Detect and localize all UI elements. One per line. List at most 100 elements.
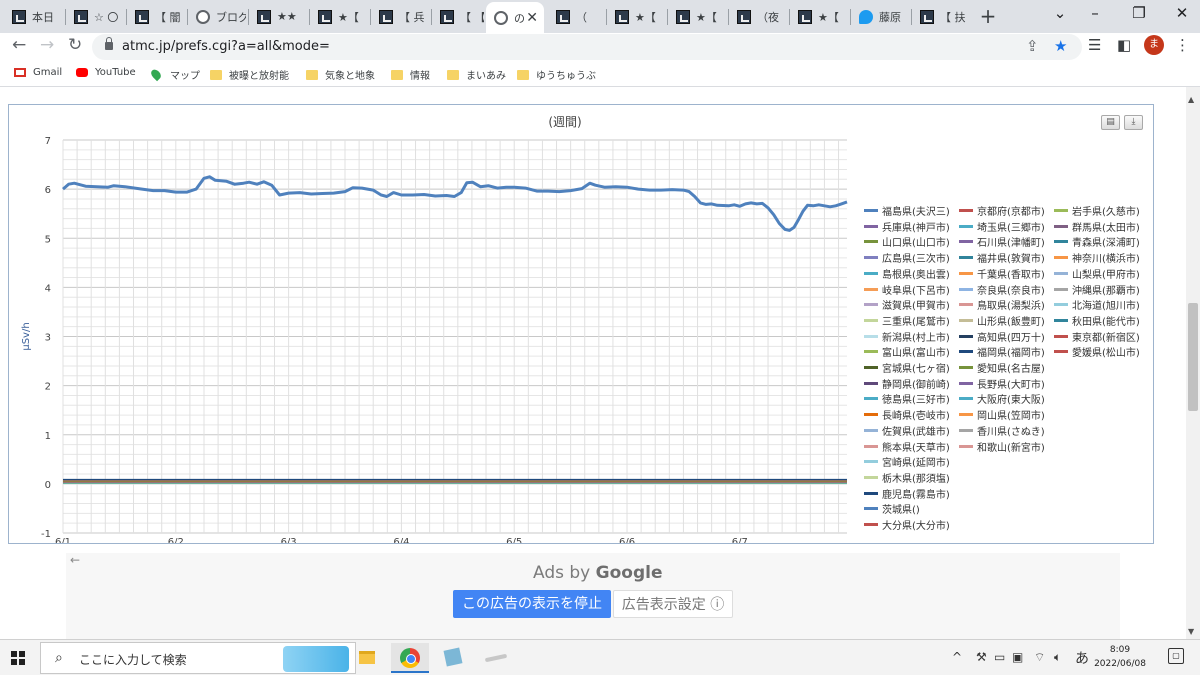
bookmark-folder-5[interactable]: ゆうちゅうぶ bbox=[517, 67, 596, 82]
legend-item[interactable]: 大阪府(東大阪) bbox=[959, 391, 1045, 406]
tray-volume-icon[interactable]: 🔈︎ bbox=[1054, 650, 1061, 665]
taskbar-clock[interactable]: 8:09 2022/06/08 bbox=[1090, 643, 1150, 671]
file-explorer-app[interactable] bbox=[348, 643, 386, 673]
legend-item[interactable]: 岡山県(笠岡市) bbox=[959, 407, 1045, 422]
legend-item[interactable]: 群馬県(太田市) bbox=[1054, 219, 1140, 234]
legend-item[interactable]: 福岡県(福岡市) bbox=[959, 344, 1045, 359]
tab-7[interactable]: 【 【 bbox=[432, 4, 484, 29]
legend-item[interactable]: 山口県(山口市) bbox=[864, 234, 950, 249]
tray-chevron-icon[interactable]: ^ bbox=[952, 650, 962, 664]
tab-11[interactable]: ★【 bbox=[668, 4, 726, 29]
stop-ad-button[interactable]: この広告の表示を停止 bbox=[453, 590, 611, 618]
legend-item[interactable]: 茨城県() bbox=[864, 501, 920, 516]
tab-4[interactable]: ★★ bbox=[249, 4, 307, 29]
tab-15[interactable]: 【 扶 bbox=[912, 4, 970, 29]
tab-search-chevron-icon[interactable]: ⌄ bbox=[1045, 4, 1075, 22]
legend-item[interactable]: 愛媛県(松山市) bbox=[1054, 344, 1140, 359]
legend-item[interactable]: 徳島県(三好市) bbox=[864, 391, 950, 406]
legend-item[interactable]: 石川県(津幡町) bbox=[959, 234, 1045, 249]
legend-item[interactable]: 北海道(旭川市) bbox=[1054, 297, 1140, 312]
legend-item[interactable]: 富山県(富山市) bbox=[864, 344, 950, 359]
lock-icon[interactable] bbox=[105, 37, 113, 50]
legend-item[interactable]: 宮崎県(延岡市) bbox=[864, 454, 950, 469]
share-icon[interactable]: ⇪ bbox=[1026, 37, 1039, 55]
legend-item[interactable]: 神奈川(横浜市) bbox=[1054, 250, 1140, 265]
tray-network-icon[interactable]: ▣ bbox=[1012, 650, 1023, 664]
restore-icon[interactable]: ❐ bbox=[1124, 4, 1154, 22]
legend-item[interactable]: 福井県(敦賀市) bbox=[959, 250, 1045, 265]
back-arrow-icon[interactable]: ← bbox=[12, 35, 26, 55]
bookmark-folder-4[interactable]: まいあみ bbox=[447, 67, 506, 82]
legend-item[interactable]: 兵庫県(神戸市) bbox=[864, 219, 950, 234]
tray-tool-icon[interactable]: ⚒ bbox=[976, 650, 987, 664]
legend-item[interactable]: 沖縄県(那覇市) bbox=[1054, 282, 1140, 297]
tab-5[interactable]: ★【 bbox=[310, 4, 368, 29]
address-bar[interactable]: atmc.jp/prefs.cgi?a=all&mode= ⇪ ★ bbox=[92, 34, 1082, 60]
legend-item[interactable]: 長崎県(壱岐市) bbox=[864, 407, 950, 422]
reading-list-icon[interactable]: ☰ bbox=[1088, 36, 1101, 54]
tab-12[interactable]: （夜 bbox=[729, 4, 787, 29]
legend-item[interactable]: 愛知県(名古屋) bbox=[959, 360, 1045, 375]
legend-item[interactable]: 山形県(飯豊町) bbox=[959, 313, 1045, 328]
ad-back-arrow-icon[interactable]: ← bbox=[70, 553, 80, 567]
tab-0[interactable]: 本日 bbox=[4, 4, 62, 29]
legend-item[interactable]: 高知県(四万十) bbox=[959, 329, 1045, 344]
tray-battery-icon[interactable]: ▭ bbox=[994, 650, 1005, 664]
windows-start-icon[interactable] bbox=[11, 651, 25, 665]
ad-settings-button[interactable]: 広告表示設定 ⓘ bbox=[613, 590, 733, 618]
taskbar-search-box[interactable]: ⌕ ここに入力して検索 bbox=[40, 642, 356, 674]
notes-app[interactable] bbox=[434, 643, 472, 673]
scroll-down-arrow-icon[interactable]: ▼ bbox=[1188, 627, 1194, 636]
new-tab-button[interactable]: + bbox=[975, 4, 1001, 28]
profile-avatar[interactable]: ま bbox=[1144, 35, 1164, 55]
tab-8-active[interactable]: の ✕ bbox=[486, 2, 544, 33]
tray-wifi-icon[interactable]: ⌔ bbox=[1034, 650, 1045, 665]
url-text[interactable]: atmc.jp/prefs.cgi?a=all&mode= bbox=[122, 39, 330, 54]
legend-item[interactable]: 広島県(三次市) bbox=[864, 250, 950, 265]
bookmark-gmail[interactable]: Gmail bbox=[14, 67, 62, 78]
legend-item[interactable]: 和歌山(新宮市) bbox=[959, 439, 1045, 454]
ime-indicator[interactable]: あ bbox=[1075, 648, 1089, 668]
close-tab-icon[interactable]: ✕ bbox=[526, 10, 538, 26]
legend-item[interactable]: 岐阜県(下呂市) bbox=[864, 282, 950, 297]
legend-item[interactable]: 島根県(奥出雲) bbox=[864, 266, 950, 281]
minimize-icon[interactable]: – bbox=[1080, 4, 1110, 22]
tab-1[interactable]: ☆ 〇 bbox=[66, 4, 124, 29]
legend-item[interactable]: 宮城県(七ヶ宿) bbox=[864, 360, 950, 375]
close-window-icon[interactable]: ✕ bbox=[1167, 4, 1197, 22]
legend-item[interactable]: 三重県(尾鷲市) bbox=[864, 313, 950, 328]
legend-item[interactable]: 岩手県(久慈市) bbox=[1054, 203, 1140, 218]
legend-item[interactable]: 埼玉県(三郷市) bbox=[959, 219, 1045, 234]
tab-2[interactable]: 【 闇 bbox=[127, 4, 185, 29]
tab-6[interactable]: 【 兵 bbox=[371, 4, 429, 29]
legend-item[interactable]: 香川県(さぬき) bbox=[959, 423, 1045, 438]
legend-item[interactable]: 山梨県(甲府市) bbox=[1054, 266, 1140, 281]
bookmark-folder-1[interactable]: 被曝と放射能 bbox=[210, 67, 289, 82]
legend-item[interactable]: 栃木県(那須塩) bbox=[864, 470, 950, 485]
legend-item[interactable]: 東京都(新宿区) bbox=[1054, 329, 1140, 344]
tab-13[interactable]: ★【 bbox=[790, 4, 848, 29]
reload-icon[interactable]: ↻ bbox=[68, 35, 82, 55]
pen-app[interactable] bbox=[477, 643, 515, 673]
kebab-menu-icon[interactable]: ⋮ bbox=[1175, 36, 1190, 54]
legend-item[interactable]: 京都府(京都市) bbox=[959, 203, 1045, 218]
bookmark-maps[interactable]: マップ bbox=[149, 67, 200, 82]
legend-item[interactable]: 鹿児島(霧島市) bbox=[864, 486, 950, 501]
side-panel-icon[interactable]: ◧ bbox=[1117, 36, 1131, 54]
scroll-up-arrow-icon[interactable]: ▲ bbox=[1188, 95, 1194, 104]
tab-10[interactable]: ★【 bbox=[607, 4, 665, 29]
bookmark-youtube[interactable]: YouTube bbox=[76, 67, 136, 78]
legend-item[interactable]: 千葉県(香取市) bbox=[959, 266, 1045, 281]
legend-item[interactable]: 青森県(深浦町) bbox=[1054, 234, 1140, 249]
legend-item[interactable]: 鳥取県(湯梨浜) bbox=[959, 297, 1045, 312]
scroll-thumb[interactable] bbox=[1188, 303, 1198, 411]
legend-item[interactable]: 新潟県(村上市) bbox=[864, 329, 950, 344]
legend-item[interactable]: 静岡県(御前崎) bbox=[864, 376, 950, 391]
chrome-app[interactable] bbox=[391, 643, 429, 673]
tab-9[interactable]: （ bbox=[548, 4, 604, 29]
page-scrollbar[interactable]: ▲ ▼ bbox=[1186, 87, 1200, 639]
legend-item[interactable]: 熊本県(天草市) bbox=[864, 439, 950, 454]
forward-arrow-icon[interactable]: → bbox=[40, 35, 54, 55]
legend-item[interactable]: 秋田県(能代市) bbox=[1054, 313, 1140, 328]
notification-icon[interactable]: ▢ bbox=[1168, 648, 1184, 664]
